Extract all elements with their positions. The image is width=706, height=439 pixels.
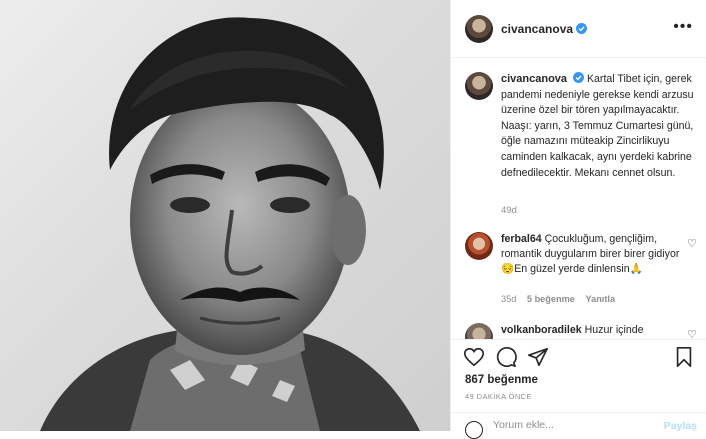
save-icon[interactable] (673, 346, 695, 368)
post-header: civancanova ••• (451, 0, 706, 58)
instagram-post: civancanova ••• civancanova Kartal Tibet… (0, 0, 706, 439)
heart-icon[interactable] (463, 346, 485, 368)
comment: ferbal64 Çocukluğum, gençliğim, romantik… (465, 232, 697, 276)
post-photo[interactable] (0, 0, 450, 431)
comment-username[interactable]: ferbal64 (501, 233, 542, 245)
share-icon[interactable] (527, 346, 549, 368)
post-comment-button[interactable]: Paylaş (664, 420, 697, 432)
caption-time[interactable]: 49d (501, 205, 517, 216)
comment-input[interactable] (493, 419, 653, 431)
post-side-panel: civancanova ••• civancanova Kartal Tibet… (450, 0, 706, 439)
comment-avatar[interactable] (465, 232, 493, 260)
comment-meta: 35d 5 beğenme Yanıtla (501, 294, 623, 304)
comment-text: Huzur içinde (584, 324, 644, 336)
avatar[interactable] (465, 14, 493, 43)
comment-heart-icon[interactable]: ♡ (687, 237, 697, 250)
actions-area: 867 beğenme 49 DAKİKA ÖNCE Paylaş (451, 339, 706, 439)
caption: civancanova Kartal Tibet için, gerek pan… (465, 72, 697, 181)
caption-avatar[interactable] (465, 72, 493, 100)
comment-likes[interactable]: 5 beğenme (527, 294, 575, 304)
comment-body: ferbal64 Çocukluğum, gençliğim, romantik… (501, 232, 689, 276)
username[interactable]: civancanova (501, 22, 573, 36)
comment-username[interactable]: volkanboradilek (501, 324, 582, 336)
comment-icon[interactable] (495, 346, 517, 368)
more-icon[interactable]: ••• (673, 18, 693, 36)
verified-icon (576, 23, 588, 34)
verified-icon (573, 72, 584, 83)
caption-username[interactable]: civancanova (501, 73, 567, 85)
action-icons (463, 346, 559, 368)
comment-time[interactable]: 35d (501, 294, 516, 304)
portrait-image (40, 17, 420, 431)
add-comment-bar: Paylaş (451, 412, 706, 439)
like-count[interactable]: 867 beğenme (465, 374, 538, 386)
caption-text: Kartal Tibet için, gerek pandemi nedeniy… (501, 73, 694, 179)
caption-text-block: civancanova Kartal Tibet için, gerek pan… (501, 72, 697, 181)
post-time[interactable]: 49 DAKİKA ÖNCE (465, 392, 532, 401)
reply-button[interactable]: Yanıtla (585, 294, 615, 304)
emoji-icon[interactable] (465, 421, 483, 439)
